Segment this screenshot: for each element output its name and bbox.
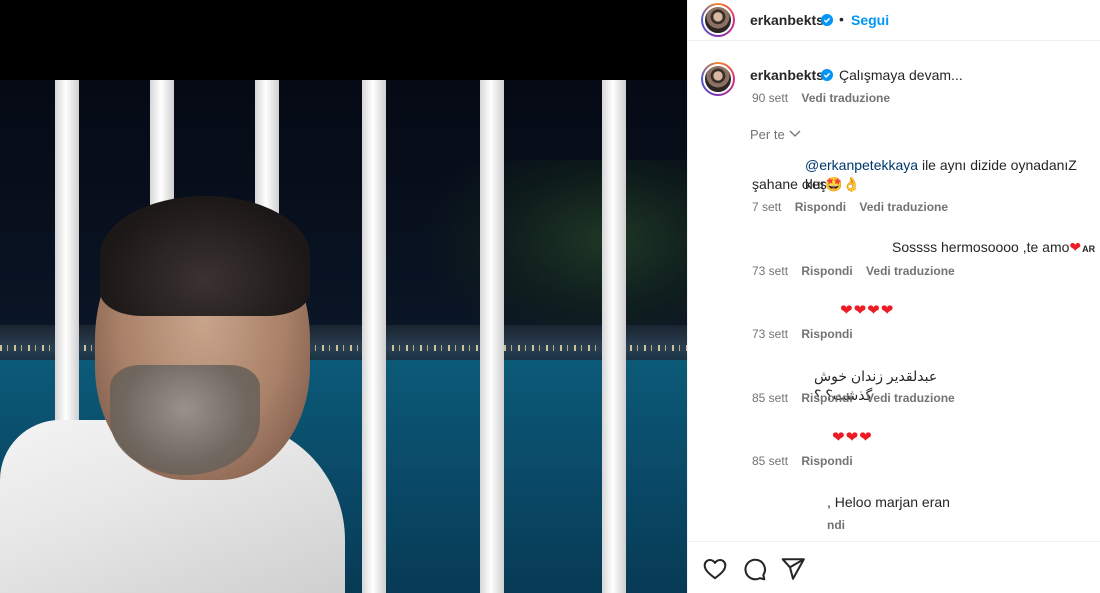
post-header: erkanbekts • Segui xyxy=(688,0,1100,41)
person-hair xyxy=(100,196,310,316)
verified-badge-icon xyxy=(821,14,833,26)
caption-translate-link[interactable]: Vedi traduzione xyxy=(801,91,890,105)
comment-text: Sossss hermosoooo ,te amo❤AR xyxy=(892,239,1096,255)
translate-link[interactable]: Vedi traduzione xyxy=(859,200,948,214)
caption-meta: 90 sett Vedi traduzione xyxy=(752,91,890,105)
comment-meta: 73 sett Rispondi xyxy=(752,327,853,341)
comment-meta: 7 sett Rispondi Vedi traduzione xyxy=(752,200,948,214)
comment-meta: 85 sett Rispondi xyxy=(752,454,853,468)
follow-button[interactable]: Segui xyxy=(851,12,889,28)
comment-icon[interactable] xyxy=(741,556,767,582)
comment-hearts: ❤❤❤❤ xyxy=(840,302,895,319)
comment-mention[interactable]: @erkanpetekkaya xyxy=(805,157,918,173)
reply-button-partial[interactable]: ndi xyxy=(827,518,845,532)
translate-link[interactable]: Vedi traduzione xyxy=(866,264,955,278)
railing-bar xyxy=(480,80,504,593)
reply-button[interactable]: Rispondi xyxy=(801,264,852,278)
divider xyxy=(688,541,1100,542)
comment-meta: 85 sett Rispondi Vedi traduzione xyxy=(752,391,955,405)
header-separator: • xyxy=(839,11,844,27)
comment-time: 73 sett xyxy=(752,327,789,341)
railing-bar xyxy=(602,80,626,593)
comment-hearts: ❤❤❤ xyxy=(832,429,873,446)
verified-badge-icon xyxy=(821,69,833,81)
post-side-panel: erkanbekts • Segui erkanbekts Çalışmaya … xyxy=(687,0,1100,593)
comment-time: 7 sett xyxy=(752,200,782,214)
heart-icon[interactable] xyxy=(702,556,728,582)
reply-button[interactable]: Rispondi xyxy=(801,454,852,468)
comment-filter-label[interactable]: Per te xyxy=(750,127,785,142)
caption-avatar[interactable] xyxy=(701,62,735,96)
person-beard xyxy=(110,365,260,475)
caption-text: Çalışmaya devam... xyxy=(839,67,963,83)
comment-time: 85 sett xyxy=(752,454,789,468)
caption-time: 90 sett xyxy=(752,91,789,105)
translate-link[interactable]: Vedi traduzione xyxy=(866,391,955,405)
chevron-down-icon[interactable] xyxy=(788,126,802,140)
caption-username[interactable]: erkanbekts xyxy=(750,67,824,83)
comment-text-line2: şahane olur🤩👌 xyxy=(752,176,861,192)
post-media[interactable] xyxy=(0,0,687,593)
comment-time: 73 sett xyxy=(752,264,789,278)
reply-button[interactable]: Rispondi xyxy=(795,200,846,214)
reply-button[interactable]: Rispondi xyxy=(801,391,852,405)
share-icon[interactable] xyxy=(780,556,806,582)
author-avatar[interactable] xyxy=(701,3,735,37)
comment-time: 85 sett xyxy=(752,391,789,405)
comment-meta: 73 sett Rispondi Vedi traduzione xyxy=(752,264,955,278)
railing-bar xyxy=(362,80,386,593)
author-username[interactable]: erkanbekts xyxy=(750,12,824,28)
reply-button[interactable]: Rispondi xyxy=(801,327,852,341)
comment-text: , Heloo marjan eran xyxy=(827,494,950,510)
